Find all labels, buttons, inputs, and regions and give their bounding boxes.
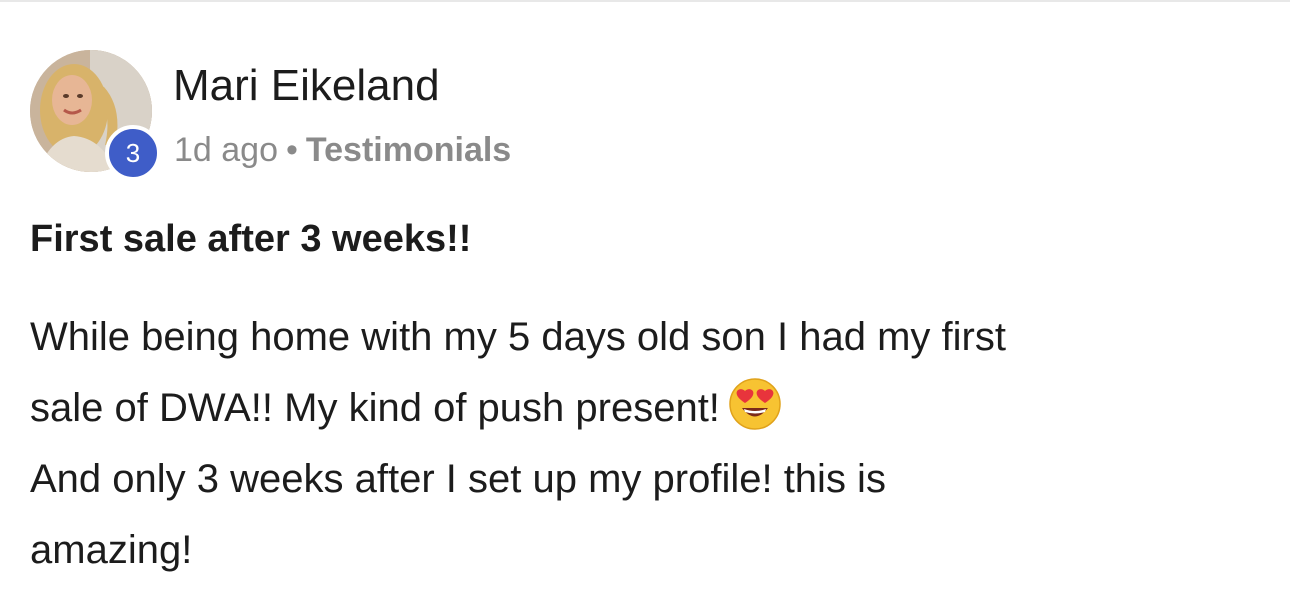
post-body-line-with-emoji: sale of DWA!! My kind of push present! — [30, 373, 1260, 444]
post-body-line: amazing! — [30, 528, 193, 572]
level-badge: 3 — [105, 125, 161, 181]
post-body-line: sale of DWA!! My kind of push present! — [30, 386, 720, 430]
post-title: First sale after 3 weeks!! — [30, 218, 472, 260]
author-avatar-wrapper[interactable]: 3 — [30, 50, 161, 181]
community-post: 3 Mari Eikeland 1d ago • Testimonials Firs… — [0, 0, 1290, 600]
post-time: 1d ago — [174, 131, 278, 169]
post-body-line: While being home with my 5 days old son … — [30, 315, 1006, 359]
post-body: While being home with my 5 days old son … — [30, 302, 1260, 586]
post-meta: 1d ago • Testimonials — [174, 128, 511, 172]
post-body-line: And only 3 weeks after I set up my profi… — [30, 457, 886, 501]
post-category[interactable]: Testimonials — [306, 131, 511, 169]
author-name[interactable]: Mari Eikeland — [173, 60, 440, 112]
heart-eyes-emoji-icon — [728, 377, 782, 431]
meta-separator: • — [286, 131, 298, 169]
